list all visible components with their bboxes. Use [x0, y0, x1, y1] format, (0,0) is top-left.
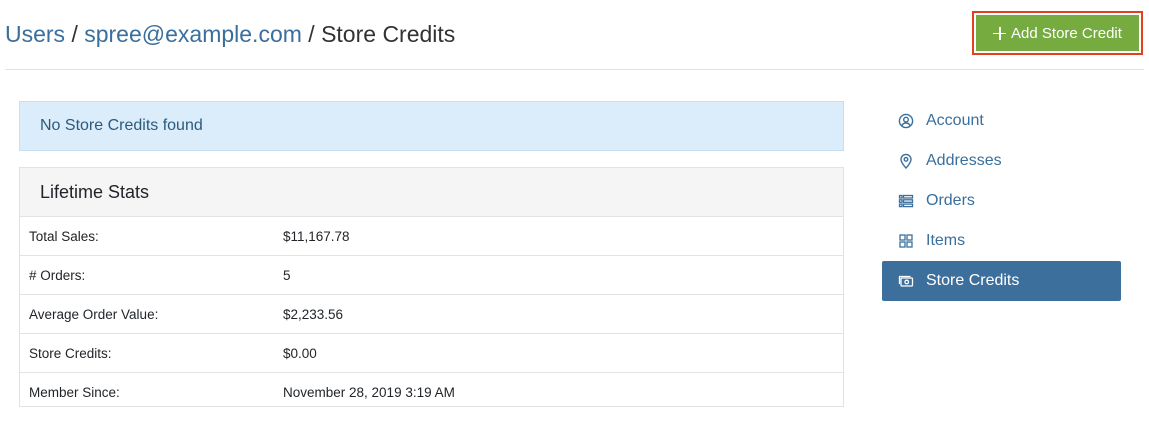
header-divider: [5, 69, 1144, 70]
stat-label: Member Since:: [29, 384, 120, 400]
map-pin-icon: [898, 153, 914, 169]
table-row: Average Order Value: $2,233.56: [20, 294, 843, 334]
stat-value: $0.00: [274, 333, 843, 373]
table-row: Total Sales: $11,167.78: [20, 217, 843, 256]
grid-icon: [898, 233, 914, 249]
add-store-credit-label: Add Store Credit: [1011, 24, 1122, 42]
stat-label: Store Credits:: [20, 333, 274, 373]
stat-label: Total Sales:: [20, 217, 274, 256]
stat-label: # Orders:: [20, 255, 274, 295]
table-row: Member Since: November 28, 2019 3:19 AM: [20, 373, 843, 412]
sidebar-item-label: Store Credits: [926, 272, 1020, 289]
sidebar-item-items[interactable]: Items: [882, 221, 1121, 261]
sidebar-item-store-credits[interactable]: Store Credits: [882, 261, 1121, 301]
alert-message: No Store Credits found: [40, 117, 203, 134]
table-row: # Orders: 5: [20, 255, 843, 295]
page-title: Store Credits: [321, 21, 456, 47]
breadcrumb-separator: /: [71, 21, 78, 47]
sidebar-item-label: Items: [926, 232, 966, 249]
sidebar-item-orders[interactable]: Orders: [882, 181, 1121, 221]
table-row: Store Credits: $0.00: [20, 333, 843, 373]
add-store-credit-button[interactable]: Add Store Credit: [972, 11, 1143, 55]
sidebar-item-label: Addresses: [926, 152, 1002, 169]
stat-value: 5: [274, 255, 843, 295]
breadcrumb-users-link[interactable]: Users: [5, 21, 65, 47]
cash-icon: [898, 273, 914, 289]
breadcrumb-separator: /: [308, 21, 315, 47]
lifetime-stats-panel: Lifetime Stats Total Sales: $11,167.78 #…: [19, 167, 844, 407]
user-sidebar-nav: Account Addresses Orders Items Store Cre…: [882, 101, 1121, 301]
sidebar-item-account[interactable]: Account: [882, 101, 1121, 141]
stat-value: $11,167.78: [274, 217, 843, 256]
no-store-credits-alert: No Store Credits found: [19, 101, 844, 151]
plus-icon: [993, 26, 1007, 40]
page-header: Users / spree@example.com / Store Credit…: [0, 0, 1149, 70]
stat-label: Average Order Value:: [20, 294, 274, 334]
sidebar-item-label: Orders: [926, 192, 975, 209]
breadcrumb: Users / spree@example.com / Store Credit…: [5, 19, 455, 49]
sidebar-item-addresses[interactable]: Addresses: [882, 141, 1121, 181]
stat-value: November 28, 2019 3:19 AM: [283, 384, 455, 400]
user-circle-icon: [898, 113, 914, 129]
lifetime-stats-title: Lifetime Stats: [20, 168, 843, 217]
stat-value: $2,233.56: [274, 294, 843, 334]
list-icon: [898, 193, 914, 209]
breadcrumb-user-email-link[interactable]: spree@example.com: [84, 21, 302, 47]
sidebar-item-label: Account: [926, 112, 984, 129]
lifetime-stats-table: Total Sales: $11,167.78 # Orders: 5 Aver…: [20, 217, 843, 411]
